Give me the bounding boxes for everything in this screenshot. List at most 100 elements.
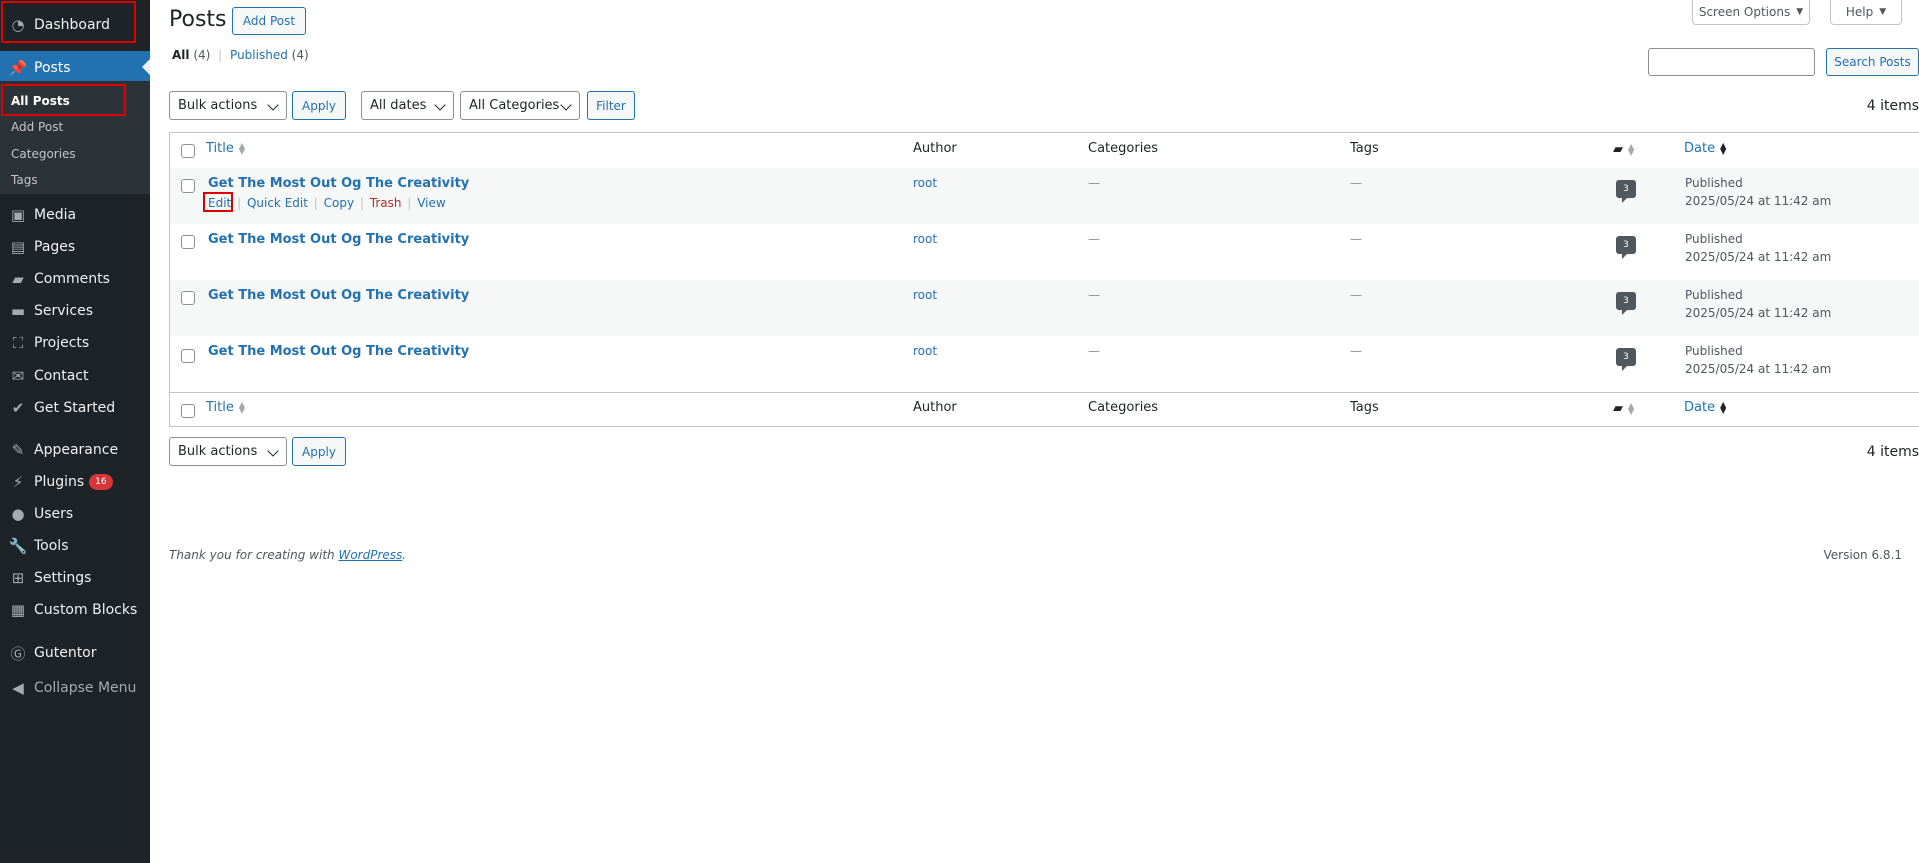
menu-custom-blocks[interactable]: ▦ Custom Blocks xyxy=(0,595,150,625)
menu-collapse[interactable]: ◀ Collapse Menu xyxy=(0,673,150,703)
gutentor-icon: Ⓖ xyxy=(10,644,26,663)
menu-projects[interactable]: ⛶ Projects xyxy=(0,328,150,358)
menu-users[interactable]: ● Users xyxy=(0,499,150,529)
row-checkbox[interactable] xyxy=(181,349,195,363)
sort-icon: ▲ ▼ xyxy=(238,140,246,156)
select-all-checkbox-bottom[interactable] xyxy=(181,404,195,418)
tags-cell: — xyxy=(1350,344,1362,358)
projects-icon: ⛶ xyxy=(12,334,24,352)
quick-edit-link[interactable]: Quick Edit xyxy=(247,196,308,210)
post-title-link[interactable]: Get The Most Out Og The Creativity xyxy=(208,176,469,191)
menu-tools[interactable]: 🔧 Tools xyxy=(0,531,150,561)
pages-icon: ▤ xyxy=(10,238,26,256)
post-status: Published xyxy=(1685,344,1743,358)
menu-media[interactable]: ▣ Media xyxy=(0,200,150,230)
author-link[interactable]: root xyxy=(913,288,937,302)
dates-filter-select[interactable]: All dates xyxy=(361,91,454,120)
menu-services[interactable]: ▬ Services xyxy=(0,296,150,326)
column-comments-footer[interactable]: ▰ ▲ ▼ xyxy=(1613,401,1634,416)
apply-button-bottom[interactable]: Apply xyxy=(292,437,346,466)
menu-plugins[interactable]: ⚡ Plugins 16 xyxy=(0,467,150,497)
menu-gutentor[interactable]: Ⓖ Gutentor xyxy=(0,638,150,668)
view-link[interactable]: View xyxy=(417,196,445,210)
post-status: Published xyxy=(1685,176,1743,190)
search-posts-button[interactable]: Search Posts xyxy=(1826,48,1919,76)
row-checkbox[interactable] xyxy=(181,179,195,193)
column-author-footer: Author xyxy=(913,400,957,415)
menu-contact[interactable]: ✉ Contact xyxy=(0,361,150,391)
author-link[interactable]: root xyxy=(913,344,937,358)
action-separator: | xyxy=(313,196,318,210)
author-link[interactable]: root xyxy=(913,232,937,246)
submenu-tags[interactable]: Tags xyxy=(11,173,38,187)
comment-count-bubble[interactable]: 3 xyxy=(1616,180,1636,203)
apply-button-top[interactable]: Apply xyxy=(292,91,346,120)
categories-cell: — xyxy=(1088,288,1100,302)
column-title-header[interactable]: Title ▲ ▼ xyxy=(206,141,245,156)
brush-icon: ✎ xyxy=(11,441,25,459)
menu-label: Contact xyxy=(34,368,89,384)
media-icon: ▣ xyxy=(10,206,26,224)
select-all-checkbox[interactable] xyxy=(181,144,195,158)
menu-pages[interactable]: ▤ Pages xyxy=(0,232,150,262)
copy-link[interactable]: Copy xyxy=(324,196,354,210)
menu-label: Appearance xyxy=(34,442,119,458)
post-title-link[interactable]: Get The Most Out Og The Creativity xyxy=(208,344,469,359)
submenu-add-post[interactable]: Add Post xyxy=(11,120,63,134)
menu-comments[interactable]: ▰ Comments xyxy=(0,264,150,294)
categories-cell: — xyxy=(1088,344,1100,358)
post-title-link[interactable]: Get The Most Out Og The Creativity xyxy=(208,288,469,303)
tags-cell: — xyxy=(1350,176,1362,190)
screen-options-button[interactable]: Screen Options ▼ xyxy=(1692,0,1810,25)
menu-get-started[interactable]: ✔ Get Started xyxy=(0,393,150,423)
column-comments-header[interactable]: ▰ ▲ ▼ xyxy=(1613,142,1634,157)
filter-button[interactable]: Filter xyxy=(587,91,635,120)
action-separator: | xyxy=(237,196,242,210)
caret-down-icon: ▼ xyxy=(1879,7,1887,17)
table-row: Get The Most Out Og The Creativity root … xyxy=(170,224,1919,280)
column-title-footer[interactable]: Title ▲ ▼ xyxy=(206,400,245,415)
comment-bubble-icon: ▰ xyxy=(1613,142,1623,157)
bulk-actions-select-top[interactable]: Bulk actions xyxy=(169,91,287,120)
help-button[interactable]: Help ▼ xyxy=(1830,0,1902,25)
menu-label: Get Started xyxy=(34,400,116,416)
row-checkbox[interactable] xyxy=(181,235,195,249)
plugin-update-badge: 16 xyxy=(89,474,113,490)
email-icon: ✉ xyxy=(11,367,25,385)
action-separator: | xyxy=(359,196,364,210)
column-categories-header: Categories xyxy=(1088,141,1159,156)
check-icon: ✔ xyxy=(11,399,25,417)
table-row: Get The Most Out Og The Creativity Edit … xyxy=(170,168,1919,224)
comment-bubble-icon: ▰ xyxy=(1613,401,1623,416)
comment-count-bubble[interactable]: 3 xyxy=(1616,292,1636,315)
view-published-link[interactable]: Published xyxy=(230,48,288,62)
column-date-header[interactable]: Date ▲ ▼ xyxy=(1684,141,1726,156)
wordpress-link[interactable]: WordPress xyxy=(338,548,402,562)
post-search-input[interactable] xyxy=(1648,48,1815,76)
chevron-down-icon xyxy=(560,99,572,111)
dates-filter-value: All dates xyxy=(370,98,427,113)
view-all-link[interactable]: All xyxy=(172,48,190,62)
menu-label: Comments xyxy=(34,271,110,287)
comment-count-bubble[interactable]: 3 xyxy=(1616,348,1636,371)
post-title-link[interactable]: Get The Most Out Og The Creativity xyxy=(208,232,469,247)
categories-filter-select[interactable]: All Categories xyxy=(460,91,580,120)
menu-appearance[interactable]: ✎ Appearance xyxy=(0,435,150,465)
bulk-actions-select-bottom[interactable]: Bulk actions xyxy=(169,437,287,466)
item-count-top: 4 items xyxy=(1866,98,1919,114)
date-cell: Published 2025/05/24 at 11:42 am xyxy=(1685,286,1831,322)
menu-posts[interactable]: 📌 Posts xyxy=(0,51,150,85)
submenu-categories[interactable]: Categories xyxy=(11,147,76,161)
sort-desc-icon: ▲ ▼ xyxy=(1720,399,1727,415)
row-checkbox[interactable] xyxy=(181,291,195,305)
bulk-actions-value: Bulk actions xyxy=(178,98,258,113)
author-link[interactable]: root xyxy=(913,176,937,190)
menu-settings[interactable]: ⊞ Settings xyxy=(0,563,150,593)
post-status-views: All (4) | Published (4) xyxy=(172,48,309,62)
trash-link[interactable]: Trash xyxy=(370,196,402,210)
column-date-footer[interactable]: Date ▲ ▼ xyxy=(1684,400,1726,415)
categories-cell: — xyxy=(1088,176,1100,190)
column-tags-header: Tags xyxy=(1350,141,1379,156)
comment-count-bubble[interactable]: 3 xyxy=(1616,236,1636,259)
add-post-button[interactable]: Add Post xyxy=(232,7,306,35)
